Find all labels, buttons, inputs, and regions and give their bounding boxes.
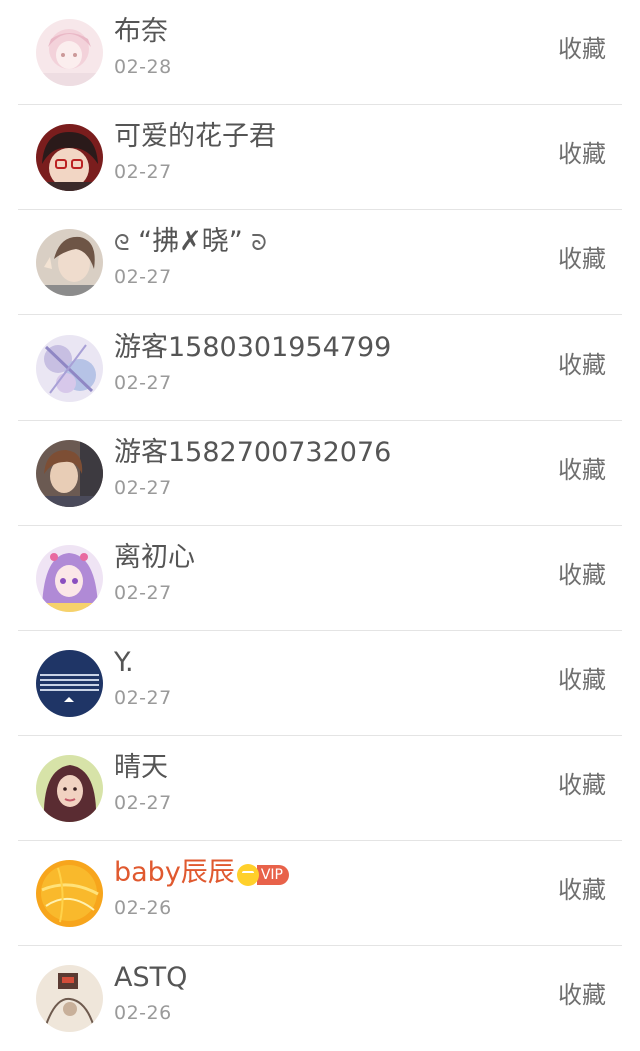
list-item[interactable]: 离初心 02-27 收藏 <box>0 526 640 631</box>
favorite-button[interactable]: 收藏 <box>558 34 606 64</box>
avatar[interactable] <box>36 124 103 191</box>
avatar[interactable] <box>36 19 103 86</box>
avatar[interactable] <box>36 965 103 1032</box>
vip-label: VIP <box>256 865 289 885</box>
user-name: 离初心 <box>114 542 195 573</box>
date-label: 02-27 <box>114 266 172 288</box>
follower-list: 布奈 02-28 收藏 可爱的花子君 02-27 收藏 ᘓ “拂✗晓” ᘐ 02… <box>0 0 640 1049</box>
list-item[interactable]: 布奈 02-28 收藏 <box>0 0 640 105</box>
user-name: 可爱的花子君 <box>114 121 276 152</box>
list-item[interactable]: 游客1580301954799 02-27 收藏 <box>0 316 640 421</box>
favorite-button[interactable]: 收藏 <box>558 875 606 905</box>
avatar[interactable] <box>36 860 103 927</box>
date-label: 02-27 <box>114 582 172 604</box>
date-label: 02-27 <box>114 161 172 183</box>
avatar[interactable] <box>36 755 103 822</box>
user-name-text: “拂✗晓” <box>138 226 243 257</box>
date-label: 02-26 <box>114 897 172 919</box>
user-name-text: baby辰辰 <box>114 857 235 888</box>
crown-icon <box>236 864 259 886</box>
user-name: ASTQ <box>114 962 188 993</box>
favorite-button[interactable]: 收藏 <box>558 455 606 485</box>
list-item[interactable]: 可爱的花子君 02-27 收藏 <box>0 105 640 210</box>
user-name: baby辰辰 VIP <box>114 857 289 889</box>
list-item[interactable]: 游客1582700732076 02-27 收藏 <box>0 421 640 526</box>
avatar[interactable] <box>36 440 103 507</box>
avatar[interactable] <box>36 545 103 612</box>
decor-left-glyph: ᘓ <box>114 231 130 256</box>
favorite-button[interactable]: 收藏 <box>558 770 606 800</box>
avatar[interactable] <box>36 650 103 717</box>
list-item[interactable]: 晴天 02-27 收藏 <box>0 736 640 841</box>
favorite-button[interactable]: 收藏 <box>558 350 606 380</box>
list-item[interactable]: ASTQ 02-26 收藏 <box>0 946 640 1051</box>
date-label: 02-27 <box>114 372 172 394</box>
avatar[interactable] <box>36 229 103 296</box>
user-name: 晴天 <box>114 752 168 783</box>
user-name: ᘓ “拂✗晓” ᘐ <box>114 226 267 260</box>
avatar[interactable] <box>36 335 103 402</box>
favorite-button[interactable]: 收藏 <box>558 665 606 695</box>
user-name: 布奈 <box>114 16 168 47</box>
user-name: 游客1582700732076 <box>114 437 392 468</box>
date-label: 02-26 <box>114 1002 172 1024</box>
user-name: 游客1580301954799 <box>114 332 392 363</box>
list-item[interactable]: Y. 02-27 收藏 <box>0 631 640 736</box>
list-item[interactable]: ᘓ “拂✗晓” ᘐ 02-27 收藏 <box>0 210 640 315</box>
date-label: 02-27 <box>114 477 172 499</box>
favorite-button[interactable]: 收藏 <box>558 560 606 590</box>
list-item[interactable]: baby辰辰 VIP 02-26 收藏 <box>0 841 640 946</box>
decor-right-glyph: ᘐ <box>251 231 267 256</box>
date-label: 02-28 <box>114 56 172 78</box>
favorite-button[interactable]: 收藏 <box>558 139 606 169</box>
favorite-button[interactable]: 收藏 <box>558 244 606 274</box>
date-label: 02-27 <box>114 687 172 709</box>
user-name: Y. <box>114 647 134 678</box>
date-label: 02-27 <box>114 792 172 814</box>
favorite-button[interactable]: 收藏 <box>558 980 606 1010</box>
vip-badge: VIP <box>236 859 289 886</box>
